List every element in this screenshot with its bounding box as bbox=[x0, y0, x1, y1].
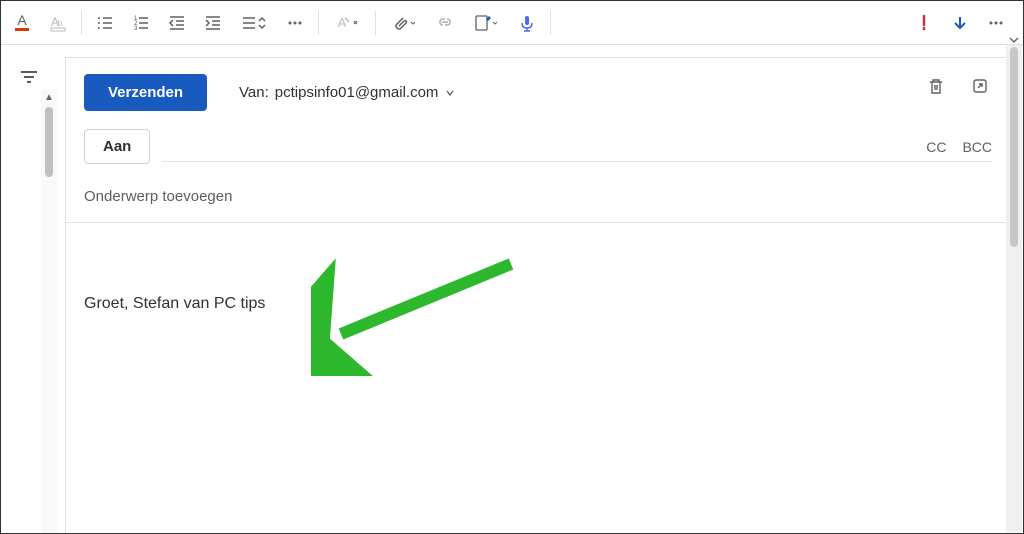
bullet-list-button[interactable] bbox=[88, 6, 122, 40]
svg-text:b: b bbox=[58, 19, 63, 28]
signature-text: Groet, Stefan van PC tips bbox=[84, 295, 265, 312]
decrease-indent-button[interactable] bbox=[160, 6, 194, 40]
svg-text:A: A bbox=[17, 13, 27, 28]
popout-button[interactable] bbox=[968, 74, 992, 98]
more-formatting-button[interactable] bbox=[278, 6, 312, 40]
cc-button[interactable]: CC bbox=[926, 139, 946, 155]
line-spacing-button[interactable] bbox=[232, 6, 276, 40]
sidebar-scrollbar[interactable]: ▲ bbox=[41, 89, 57, 533]
svg-text:3: 3 bbox=[134, 26, 138, 32]
dictate-button[interactable] bbox=[510, 6, 544, 40]
download-button[interactable] bbox=[943, 6, 977, 40]
send-button[interactable]: Verzenden bbox=[84, 74, 207, 111]
importance-button[interactable] bbox=[907, 6, 941, 40]
to-button[interactable]: Aan bbox=[84, 129, 150, 164]
highlight-button[interactable]: Ab bbox=[41, 6, 75, 40]
numbered-list-button[interactable]: 123 bbox=[124, 6, 158, 40]
discard-button[interactable] bbox=[924, 74, 948, 98]
body-editor[interactable]: Groet, Stefan van PC tips bbox=[66, 223, 1010, 331]
message-list-sidebar: ▲ bbox=[1, 45, 57, 533]
page-scrollbar[interactable] bbox=[1006, 45, 1022, 532]
bcc-button[interactable]: BCC bbox=[962, 139, 992, 155]
from-email[interactable]: pctipsinfo01@gmail.com bbox=[275, 84, 439, 101]
clear-formatting-button[interactable]: A bbox=[325, 6, 369, 40]
link-button[interactable] bbox=[428, 6, 462, 40]
formatting-toolbar: A Ab 123 A bbox=[1, 1, 1023, 45]
chevron-down-icon[interactable] bbox=[444, 87, 456, 99]
subject-input[interactable] bbox=[84, 188, 992, 205]
font-color-button[interactable]: A bbox=[5, 6, 39, 40]
attach-button[interactable] bbox=[382, 6, 426, 40]
from-label: Van: bbox=[239, 84, 269, 101]
signature-button[interactable] bbox=[464, 6, 508, 40]
svg-text:A: A bbox=[338, 15, 347, 30]
increase-indent-button[interactable] bbox=[196, 6, 230, 40]
compose-panel: Verzenden Van: pctipsinfo01@gmail.com Aa… bbox=[65, 57, 1011, 533]
